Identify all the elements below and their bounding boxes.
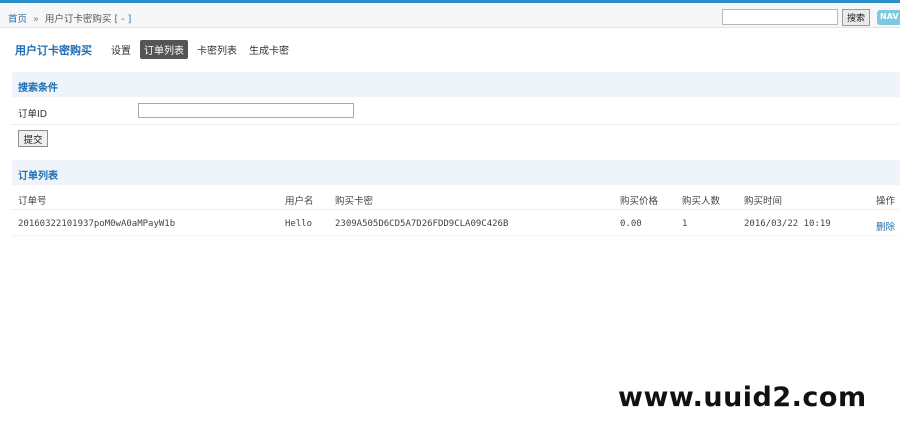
list-section-header: 订单列表	[12, 160, 900, 185]
subnav-item-order-list[interactable]: 订单列表	[140, 40, 188, 59]
column-header-username: 用户名	[285, 196, 314, 207]
watermark: www.uuid2.com	[618, 382, 867, 413]
nav-badge[interactable]: NAV	[877, 10, 900, 25]
top-bar: 首页 » 用户订卡密购买 [ - ] 搜索 NAV	[0, 3, 900, 28]
column-header-time: 购买时间	[744, 196, 783, 207]
breadcrumb: 首页 » 用户订卡密购买 [ - ]	[8, 11, 131, 25]
cell-time: 2016/03/22 10:19	[744, 219, 831, 229]
column-header-count: 购买人数	[682, 196, 721, 207]
subnav-item-generate-cards[interactable]: 生成卡密	[246, 40, 292, 59]
sub-navigation: 设置 订单列表 卡密列表 生成卡密	[108, 40, 292, 59]
subnav-item-settings[interactable]: 设置	[108, 40, 134, 59]
breadcrumb-current: 用户订卡密购买	[44, 14, 112, 25]
column-header-card-key: 购买卡密	[335, 196, 374, 207]
cell-count: 1	[682, 219, 688, 229]
search-section-title: 搜索条件	[18, 83, 58, 94]
list-section-title: 订单列表	[18, 171, 58, 182]
breadcrumb-separator: »	[33, 14, 39, 25]
submit-button[interactable]: 提交	[18, 130, 48, 147]
order-id-input[interactable]	[138, 103, 354, 118]
top-search-input[interactable]	[722, 9, 838, 25]
cell-card-key: 2309A505D6CD5A7D26FDD9CLA09C426B	[335, 219, 509, 229]
cell-price: 0.00	[620, 219, 642, 229]
cell-order-no: 20160322101937poM0wA0aMPayW1b	[18, 219, 176, 229]
breadcrumb-home-link[interactable]: 首页	[8, 14, 27, 25]
table-header-row: 订单号 用户名 购买卡密 购买价格 购买人数 购买时间 操作	[12, 186, 900, 210]
breadcrumb-toggle-link[interactable]: [ - ]	[114, 14, 131, 25]
column-header-action: 操作	[876, 196, 896, 207]
column-header-order-no: 订单号	[18, 196, 47, 207]
module-title: 用户订卡密购买	[15, 44, 92, 57]
cell-username: Hello	[285, 219, 313, 229]
filter-row: 订单ID	[12, 98, 900, 125]
column-header-price: 购买价格	[620, 196, 659, 207]
search-section-header: 搜索条件	[12, 72, 900, 97]
delete-link[interactable]: 删除	[876, 219, 895, 233]
subnav-item-card-list[interactable]: 卡密列表	[194, 40, 240, 59]
order-id-label: 订单ID	[18, 109, 48, 120]
top-search-button[interactable]: 搜索	[842, 9, 870, 26]
table-row: 20160322101937poM0wA0aMPayW1b Hello 2309…	[12, 212, 900, 236]
